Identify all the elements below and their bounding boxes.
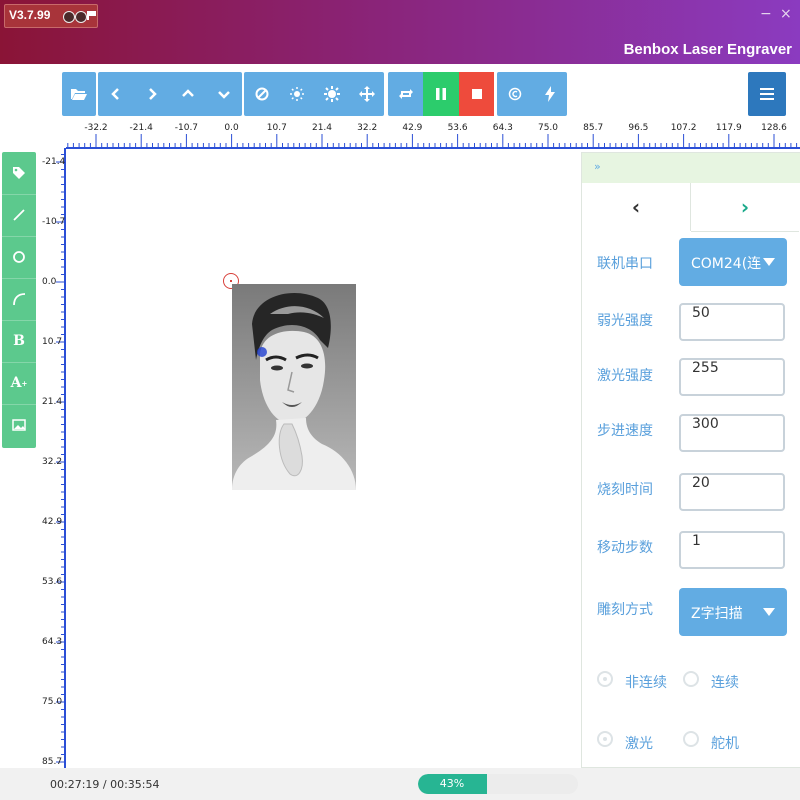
engrave-mode-value: Z字扫描 xyxy=(691,606,743,622)
chevron-left-icon: ‹ xyxy=(631,195,641,219)
tag-tool-button[interactable] xyxy=(2,152,36,195)
elapsed-time: 00:27:19 / 00:35:54 xyxy=(50,778,160,791)
ruler-y-label: 32.2 xyxy=(42,457,63,467)
vertical-ruler: -21.4 -10.7 0.0 10.7 21.4 32.2 42.9 53.6 64.3 75.… xyxy=(36,150,66,768)
ruler-x-label: -21.4 xyxy=(129,123,153,133)
arc-tool-button[interactable] xyxy=(2,278,36,321)
port-value: COM24(连 xyxy=(691,256,762,272)
ruler-y-label: -10.7 xyxy=(42,217,66,227)
ruler-x-label: 32.2 xyxy=(357,123,378,133)
ruler-y-label: -21.4 xyxy=(42,157,66,167)
panel-header: » xyxy=(582,153,800,183)
ruler-x-label: 107.2 xyxy=(670,123,697,133)
ruler-y-label: 75.0 xyxy=(42,697,63,707)
radio-laser-label: 激光 xyxy=(625,736,653,752)
radio-continuous[interactable] xyxy=(683,671,699,687)
ruler-x-label: 0.0 xyxy=(224,123,239,133)
radio-noncontinuous-label: 非连续 xyxy=(625,675,667,691)
move-steps-label: 移动步数 xyxy=(597,540,653,556)
tag-icon xyxy=(13,167,25,179)
ruler-y-label: 53.6 xyxy=(42,577,63,587)
settings-panel: » ‹ › 联机串口 COM24(连 弱光强度 50 激光强度 255 步进速度… xyxy=(581,152,800,768)
image-tool-button[interactable] xyxy=(2,404,36,446)
tab-next[interactable]: › xyxy=(691,183,799,232)
radio-servo-label: 舵机 xyxy=(711,736,739,752)
line-icon xyxy=(13,209,25,221)
panel-collapse-button[interactable]: » xyxy=(594,160,601,173)
step-speed-input[interactable]: 300 xyxy=(679,414,785,452)
burn-time-label: 烧刻时间 xyxy=(597,482,653,498)
horizontal-ruler: -32.2 -21.4 -10.7 0.0 10.7 21.4 32.2 42.9 53.6 64… xyxy=(66,118,800,148)
ruler-x-label: 75.0 xyxy=(537,123,559,133)
weak-power-label: 弱光强度 xyxy=(597,313,653,329)
chevron-right-icon: › xyxy=(740,195,750,219)
ruler-x-label: 128.6 xyxy=(761,123,787,133)
move-steps-input[interactable]: 1 xyxy=(679,531,785,569)
ruler-x-label: 96.5 xyxy=(628,123,649,133)
circle-icon xyxy=(13,251,25,263)
bold-text-icon: B xyxy=(13,333,25,349)
ruler-y-label: 42.9 xyxy=(42,517,63,527)
caret-down-icon xyxy=(763,258,775,266)
engrave-mode-label: 雕刻方式 xyxy=(597,602,653,618)
ruler-x-label: 53.6 xyxy=(447,123,468,133)
ruler-y-label: 21.4 xyxy=(42,397,63,407)
port-label: 联机串口 xyxy=(597,256,653,272)
ruler-x-label: 42.9 xyxy=(402,123,423,133)
caret-down-icon xyxy=(763,608,775,616)
tool-palette: B A + xyxy=(2,152,36,448)
engraving-image[interactable] xyxy=(232,284,356,490)
ruler-y-label: 0.0 xyxy=(42,277,57,287)
radio-noncontinuous[interactable] xyxy=(597,671,613,687)
port-select[interactable]: COM24(连 xyxy=(679,238,787,286)
status-bar: 00:27:19 / 00:35:54 xyxy=(0,768,800,800)
radio-continuous-label: 连续 xyxy=(711,675,739,691)
weak-power-input[interactable]: 50 xyxy=(679,303,785,341)
progress-text: 43% xyxy=(439,777,465,790)
ruler-x-label: -32.2 xyxy=(84,123,108,133)
engrave-mode-select[interactable]: Z字扫描 xyxy=(679,588,787,636)
ruler-x-label: 85.7 xyxy=(583,123,604,133)
text-size-icon: A xyxy=(10,375,22,391)
ruler-y-label: 85.7 xyxy=(42,757,63,767)
tab-previous[interactable]: ‹ xyxy=(582,183,691,231)
text-tool-button[interactable]: A + xyxy=(2,362,36,405)
laser-power-input[interactable]: 255 xyxy=(679,358,785,396)
ruler-x-label: 10.7 xyxy=(266,123,287,133)
ruler-y-label: 10.7 xyxy=(42,337,63,347)
ruler-x-label: 64.3 xyxy=(492,123,513,133)
laser-power-label: 激光强度 xyxy=(597,368,653,384)
burn-time-input[interactable]: 20 xyxy=(679,473,785,511)
ruler-x-label: -10.7 xyxy=(174,123,199,133)
ruler-x-label: 117.9 xyxy=(715,123,742,133)
ruler-x-label: 21.4 xyxy=(311,123,333,133)
bold-text-tool-button[interactable]: B xyxy=(2,320,36,363)
image-icon xyxy=(12,419,26,431)
line-tool-button[interactable] xyxy=(2,194,36,237)
step-speed-label: 步进速度 xyxy=(597,423,653,439)
ruler-y-label: 64.3 xyxy=(42,637,63,647)
progress-bar: 43% xyxy=(418,774,578,794)
radio-servo[interactable] xyxy=(683,731,699,747)
circle-tool-button[interactable] xyxy=(2,236,36,279)
radio-laser[interactable] xyxy=(597,731,613,747)
arc-icon xyxy=(13,293,26,306)
